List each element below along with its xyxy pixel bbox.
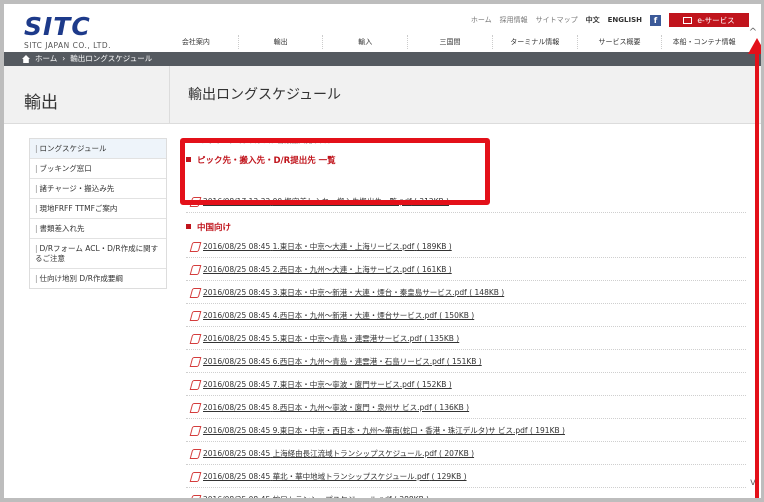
file-link[interactable]: 2016/08/25 08:45 6.西日本・九州〜青島・連雲港・石島リービス.… [203, 356, 482, 367]
file-link[interactable]: 2016/08/25 08:45 3.東日本・中京〜新港・大連・煙台・秦皇島サー… [203, 287, 504, 298]
file-link[interactable]: 2016/08/25 08:45 蛇口トランシップスケジュール.pdf ( 28… [203, 494, 429, 499]
pdf-icon [190, 426, 200, 435]
sidebar-item-booking[interactable]: ブッキング窓口 [30, 159, 166, 179]
file-row: 2016/08/25 08:45 上海経由長江流域トランシップスケジュール.pd… [186, 442, 746, 465]
file-link[interactable]: 2016/08/25 08:45 5.東日本・中京〜青島・連雲港サービス.pdf… [203, 333, 459, 344]
title-bar: 輸出 輸出ロングスケジュール [4, 66, 761, 124]
file-link[interactable]: 2016/08/25 08:45 9.東日本・中京・西日本・九州〜華南(蛇口・香… [203, 425, 565, 436]
utility-link-sitemap[interactable]: サイトマップ [536, 15, 578, 25]
pdf-icon [190, 265, 200, 274]
breadcrumb-current: 輸出ロングスケジュール [70, 54, 153, 63]
pdf-icon [190, 495, 200, 499]
file-row: 2016/08/25 08:45 3.東日本・中京〜新港・大連・煙台・秦皇島サー… [186, 281, 746, 304]
utility-links: ホーム 採用情報 サイトマップ 中文 ENGLISH f e-サービス [471, 13, 749, 27]
facebook-icon[interactable]: f [650, 14, 661, 26]
logo-company-name: SITC JAPAN CO., LTD. [24, 41, 111, 50]
annotation-arrow-line [755, 44, 759, 498]
file-link[interactable]: 2016/08/25 08:45 4.西日本・九州〜新港・大連・煙台サービス.p… [203, 310, 474, 321]
heading-china: 中国向け [186, 221, 746, 235]
pdf-icon [190, 311, 200, 320]
lang-chinese-link[interactable]: 中文 [586, 15, 600, 25]
annotation-highlight-box [180, 138, 490, 205]
file-link[interactable]: 2016/08/25 08:45 上海経由長江流域トランシップスケジュール.pd… [203, 448, 474, 459]
browser-page: SITC SITC JAPAN CO., LTD. ホーム 採用情報 サイトマッ… [0, 0, 764, 502]
breadcrumb-separator: › [62, 54, 66, 63]
sidebar: ロングスケジュール ブッキング窓口 諸チャージ・搬込み先 現地FRFF TTMF… [29, 138, 167, 289]
global-nav: 会社案内 輸出 輸入 三国間 ターミナル情報 サービス概要 本船・コンテナ情報 [154, 35, 746, 49]
file-row: 2016/08/25 08:45 2.西日本・九州〜大連・上海サービス.pdf … [186, 258, 746, 281]
sidebar-item-charges[interactable]: 諸チャージ・搬込み先 [30, 179, 166, 199]
china-file-list: 2016/08/25 08:45 1.東日本・中京〜大連・上海リービス.pdf … [186, 235, 746, 499]
breadcrumb-home[interactable]: ホーム [35, 52, 57, 66]
monitor-icon [683, 16, 693, 24]
nav-cross-trade[interactable]: 三国間 [407, 35, 492, 49]
file-row: 2016/08/25 08:45 1.東日本・中京〜大連・上海リービス.pdf … [186, 235, 746, 258]
pdf-icon [190, 380, 200, 389]
file-row: 2016/08/25 08:45 7.東日本・中京〜寧波・廈門サービス.pdf … [186, 373, 746, 396]
nav-vessel-container-info[interactable]: 本船・コンテナ情報 [661, 35, 746, 49]
nav-import[interactable]: 輸入 [322, 35, 407, 49]
sitc-logo[interactable]: SITC SITC JAPAN CO., LTD. [24, 12, 124, 51]
pdf-icon [190, 357, 200, 366]
file-row: 2016/08/25 08:45 5.東日本・中京〜青島・連雲港サービス.pdf… [186, 327, 746, 350]
nav-service-overview[interactable]: サービス概要 [576, 35, 662, 49]
file-row: 2016/08/25 08:45 8.西日本・九州〜寧波・廈門・泉州サ ビス.p… [186, 396, 746, 419]
eservice-label: e-サービス [697, 15, 735, 25]
file-row: 2016/08/25 08:45 9.東日本・中京・西日本・九州〜華南(蛇口・香… [186, 419, 746, 442]
file-row: 2016/08/25 08:45 4.西日本・九州〜新港・大連・煙台サービス.p… [186, 304, 746, 327]
page-title: 輸出ロングスケジュール [188, 87, 342, 103]
pdf-icon [190, 472, 200, 481]
sidebar-item-long-schedule[interactable]: ロングスケジュール [30, 139, 166, 159]
file-link[interactable]: 2016/08/25 08:45 1.東日本・中京〜大連・上海リービス.pdf … [203, 241, 452, 252]
file-row: 2016/08/25 08:45 6.西日本・九州〜青島・連雲港・石島リービス.… [186, 350, 746, 373]
utility-link-home[interactable]: ホーム [471, 15, 492, 25]
home-icon[interactable] [22, 55, 30, 63]
sidebar-item-documents[interactable]: 書類差入れ先 [30, 219, 166, 239]
file-link[interactable]: 2016/08/25 08:45 2.西日本・九州〜大連・上海サービス.pdf … [203, 264, 452, 275]
sidebar-item-dr-guidelines[interactable]: 仕向け地別 D/R作成要綱 [30, 269, 166, 288]
pdf-icon [190, 334, 200, 343]
file-row: 2016/08/25 08:45 華北・華中地域トランシップスケジュール.pdf… [186, 465, 746, 488]
sidebar-item-dr-form[interactable]: D/Rフォーム ACL・D/R作成に関するご注意 [30, 239, 166, 269]
lang-english-link[interactable]: ENGLISH [608, 16, 642, 24]
nav-terminal-info[interactable]: ターミナル情報 [491, 35, 577, 49]
file-row: 2016/08/25 08:45 蛇口トランシップスケジュール.pdf ( 28… [186, 488, 746, 499]
file-link[interactable]: 2016/08/25 08:45 7.東日本・中京〜寧波・廈門サービス.pdf … [203, 379, 452, 390]
section-title: 輸出 [24, 93, 58, 113]
pdf-icon [190, 242, 200, 251]
logo-mark: SITC [24, 12, 91, 41]
file-link[interactable]: 2016/08/25 08:45 8.西日本・九州〜寧波・廈門・泉州サ ビス.p… [203, 402, 469, 413]
breadcrumb: ホーム › 輸出ロングスケジュール [4, 52, 761, 66]
file-link[interactable]: 2016/08/25 08:45 華北・華中地域トランシップスケジュール.pdf… [203, 471, 467, 482]
eservice-button[interactable]: e-サービス [669, 13, 749, 27]
scroll-up-icon[interactable]: ^ [748, 27, 758, 39]
sidebar-item-local-fees[interactable]: 現地FRFF TTMFご案内 [30, 199, 166, 219]
pdf-icon [190, 403, 200, 412]
annotation-arrow-up-icon [748, 38, 761, 54]
pdf-icon [190, 449, 200, 458]
title-divider [169, 66, 170, 124]
nav-export[interactable]: 輸出 [237, 35, 323, 49]
pdf-icon [190, 288, 200, 297]
utility-link-recruit[interactable]: 採用情報 [500, 15, 528, 25]
nav-company[interactable]: 会社案内 [154, 35, 238, 49]
